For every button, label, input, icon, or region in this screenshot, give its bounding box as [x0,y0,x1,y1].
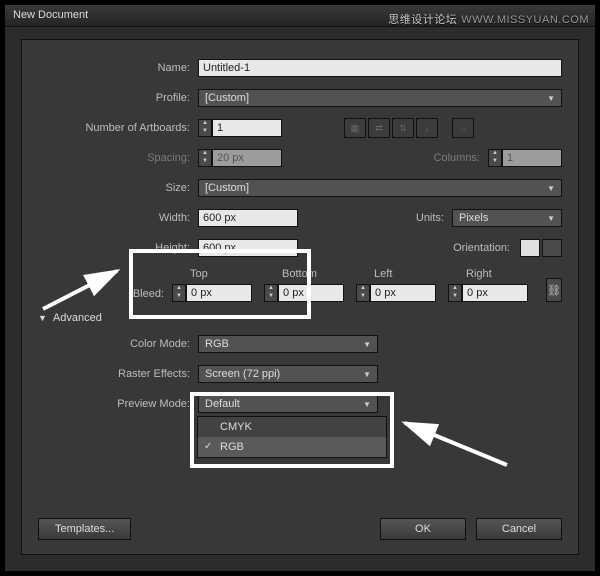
columns-input [502,149,562,167]
units-label: Units: [402,212,452,224]
profile-label: Profile: [38,92,198,104]
bleed-left-input[interactable] [370,284,436,302]
ok-button[interactable]: OK [380,518,466,540]
bleed-bottom-stepper[interactable]: ▲▼ [264,284,278,302]
orientation-label: Orientation: [428,242,518,254]
colormode-dropdown-menu: CMYK ✓RGB [197,416,387,458]
units-dropdown[interactable]: Pixels▼ [452,209,562,227]
triangle-down-icon: ▼ [38,313,47,323]
colormode-dropdown[interactable]: RGB▼ [198,335,378,353]
chevron-down-icon: ▼ [363,370,371,379]
bleed-bottom-input[interactable] [278,284,344,302]
profile-dropdown[interactable]: [Custom]▼ [198,89,562,107]
chevron-down-icon: ▼ [547,184,555,193]
chevron-down-icon: ▼ [363,400,371,409]
chevron-down-icon: ▼ [547,214,555,223]
artboards-label: Number of Artboards: [38,122,198,134]
portrait-icon[interactable] [520,239,540,257]
watermark: 思维设计论坛WWW.MISSYUAN.COM [388,11,589,27]
templates-button[interactable]: Templates... [38,518,131,540]
height-input[interactable] [198,239,298,257]
width-input[interactable] [198,209,298,227]
bleed-right-header: Right [448,268,540,280]
dialog-body: Name: Profile: [Custom]▼ Number of Artbo… [21,39,579,555]
grid-arrange-icon: ▦ [344,118,366,138]
bleed-right-stepper[interactable]: ▲▼ [448,284,462,302]
bleed-left-stepper[interactable]: ▲▼ [356,284,370,302]
bleed-bottom-header: Bottom [264,268,356,280]
height-label: Height: [38,242,198,254]
col-arrange-icon: ⇅ [392,118,414,138]
cancel-button[interactable]: Cancel [476,518,562,540]
spacing-stepper: ▲▼ [198,149,212,167]
artboards-stepper[interactable]: ▲▼ [198,119,212,137]
name-label: Name: [38,62,198,74]
direction-icon: → [452,118,474,138]
width-label: Width: [38,212,198,224]
bleed-left-header: Left [356,268,448,280]
colormode-label: Color Mode: [38,338,198,350]
bleed-right-input[interactable] [462,284,528,302]
raster-label: Raster Effects: [38,368,198,380]
bleed-top-stepper[interactable]: ▲▼ [172,284,186,302]
name-input[interactable] [198,59,562,77]
bleed-label: Bleed: [38,288,172,302]
raster-dropdown[interactable]: Screen (72 ppi)▼ [198,365,378,383]
columns-stepper: ▲▼ [488,149,502,167]
spacing-label: Spacing: [38,152,198,164]
artboards-input[interactable] [212,119,282,137]
landscape-icon[interactable] [542,239,562,257]
size-dropdown[interactable]: [Custom]▼ [198,179,562,197]
size-label: Size: [38,182,198,194]
spacing-input [212,149,282,167]
columns-label: Columns: [418,152,488,164]
window-title: New Document [13,9,88,21]
bleed-top-input[interactable] [186,284,252,302]
check-icon: ✓ [204,441,212,452]
row-arrange-icon: ⇄ [368,118,390,138]
colormode-option-cmyk[interactable]: CMYK [198,417,386,437]
colormode-option-rgb[interactable]: ✓RGB [198,437,386,457]
chevron-down-icon: ▼ [363,340,371,349]
bleed-top-header: Top [172,268,264,280]
link-bleed-icon[interactable]: ⛓ [546,278,562,302]
preview-label: Preview Mode: [38,398,198,410]
advanced-section-toggle[interactable]: ▼ Advanced [38,312,562,324]
chevron-down-icon: ▼ [547,94,555,103]
dialog-window: New Document 思维设计论坛WWW.MISSYUAN.COM Name… [4,4,596,572]
stack-arrange-icon: ↓ [416,118,438,138]
preview-dropdown[interactable]: Default▼ [198,395,378,413]
